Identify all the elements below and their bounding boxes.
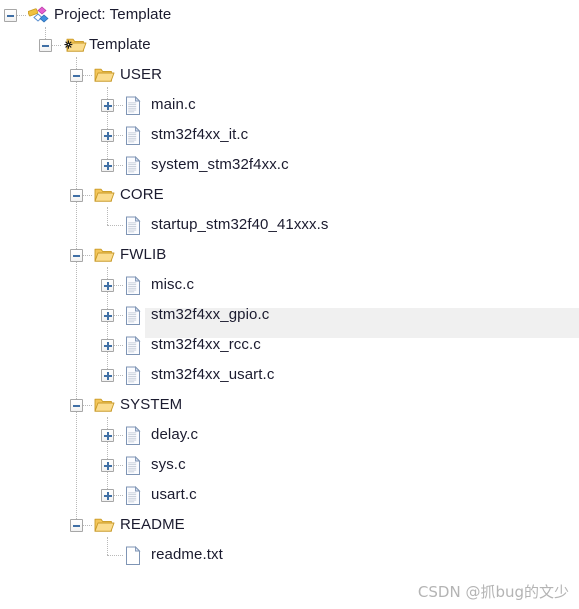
tree-line-horizontal [114, 495, 123, 497]
folder-open-icon [94, 396, 115, 416]
folder-open-icon [94, 186, 115, 206]
collapse-button[interactable] [4, 9, 17, 22]
expand-button[interactable] [101, 459, 114, 472]
tree-item-label-user[interactable]: USER [120, 65, 162, 85]
expand-button[interactable] [101, 339, 114, 352]
file-c-icon [125, 216, 145, 236]
tree-item-label-stm32f4xx-gpio-c[interactable]: stm32f4xx_gpio.c [151, 305, 269, 325]
file-c-icon [125, 456, 145, 476]
tree-item-label-startup-s[interactable]: startup_stm32f40_41xxx.s [151, 215, 329, 235]
file-c-icon [125, 336, 145, 356]
tree-item-label-usart-c[interactable]: usart.c [151, 485, 197, 505]
watermark-text: CSDN @抓bug的文少 [417, 583, 569, 601]
tree-line-horizontal [114, 105, 123, 107]
project-icon [28, 6, 49, 26]
tree-item-label-system-stm32f4xx-c[interactable]: system_stm32f4xx.c [151, 155, 289, 175]
file-c-icon [125, 96, 145, 116]
expand-button[interactable] [101, 309, 114, 322]
tree-line-horizontal [114, 165, 123, 167]
tree-line-elbow [107, 225, 123, 227]
tree-item-label-system[interactable]: SYSTEM [120, 395, 182, 415]
folder-open-icon [94, 66, 115, 86]
tree-item-label-readme[interactable]: README [120, 515, 185, 535]
tree-item-label-core[interactable]: CORE [120, 185, 164, 205]
expand-button[interactable] [101, 489, 114, 502]
tree-item-label-main-c[interactable]: main.c [151, 95, 196, 115]
tree-item-label-misc-c[interactable]: misc.c [151, 275, 194, 295]
file-c-icon [125, 306, 145, 326]
tree-line-horizontal [52, 45, 61, 47]
tree-line-horizontal [114, 375, 123, 377]
folder-target-icon [63, 36, 87, 56]
collapse-button[interactable] [70, 399, 83, 412]
tree-item-label-stm32f4xx-usart-c[interactable]: stm32f4xx_usart.c [151, 365, 274, 385]
expand-button[interactable] [101, 429, 114, 442]
tree-item-label-project[interactable]: Project: Template [54, 5, 171, 25]
file-c-icon [125, 276, 145, 296]
tree-item-label-delay-c[interactable]: delay.c [151, 425, 198, 445]
folder-open-icon [94, 516, 115, 536]
tree-line-horizontal [114, 465, 123, 467]
file-c-icon [125, 126, 145, 146]
tree-line-horizontal [114, 285, 123, 287]
tree-line-horizontal [114, 135, 123, 137]
tree-line-horizontal [83, 195, 92, 197]
file-txt-icon [125, 546, 145, 566]
collapse-button[interactable] [70, 519, 83, 532]
tree-item-label-stm32f4xx-it-c[interactable]: stm32f4xx_it.c [151, 125, 248, 145]
tree-item-label-sys-c[interactable]: sys.c [151, 455, 186, 475]
expand-button[interactable] [101, 369, 114, 382]
tree-line-horizontal [114, 315, 123, 317]
tree-line-vertical [107, 207, 109, 225]
expand-button[interactable] [101, 159, 114, 172]
tree-line-vertical [76, 57, 78, 525]
project-tree[interactable]: Project: Template Template USER main.c stm32… [0, 0, 579, 580]
file-c-icon [125, 486, 145, 506]
file-c-icon [125, 426, 145, 446]
tree-line-horizontal [114, 435, 123, 437]
collapse-button[interactable] [39, 39, 52, 52]
tree-item-label-readme-txt[interactable]: readme.txt [151, 545, 223, 565]
expand-button[interactable] [101, 99, 114, 112]
file-c-icon [125, 156, 145, 176]
tree-item-label-template[interactable]: Template [89, 35, 151, 55]
collapse-button[interactable] [70, 189, 83, 202]
tree-line-horizontal [83, 525, 92, 527]
file-c-icon [125, 366, 145, 386]
tree-item-label-stm32f4xx-rcc-c[interactable]: stm32f4xx_rcc.c [151, 335, 261, 355]
tree-item-label-fwlib[interactable]: FWLIB [120, 245, 166, 265]
tree-line-elbow [107, 555, 123, 557]
collapse-button[interactable] [70, 69, 83, 82]
tree-line-horizontal [83, 405, 92, 407]
folder-open-icon [94, 246, 115, 266]
tree-line-horizontal [83, 255, 92, 257]
tree-line-horizontal [83, 75, 92, 77]
tree-line-vertical [107, 537, 109, 555]
collapse-button[interactable] [70, 249, 83, 262]
tree-line-horizontal [17, 15, 26, 17]
expand-button[interactable] [101, 129, 114, 142]
tree-line-horizontal [114, 345, 123, 347]
expand-button[interactable] [101, 279, 114, 292]
